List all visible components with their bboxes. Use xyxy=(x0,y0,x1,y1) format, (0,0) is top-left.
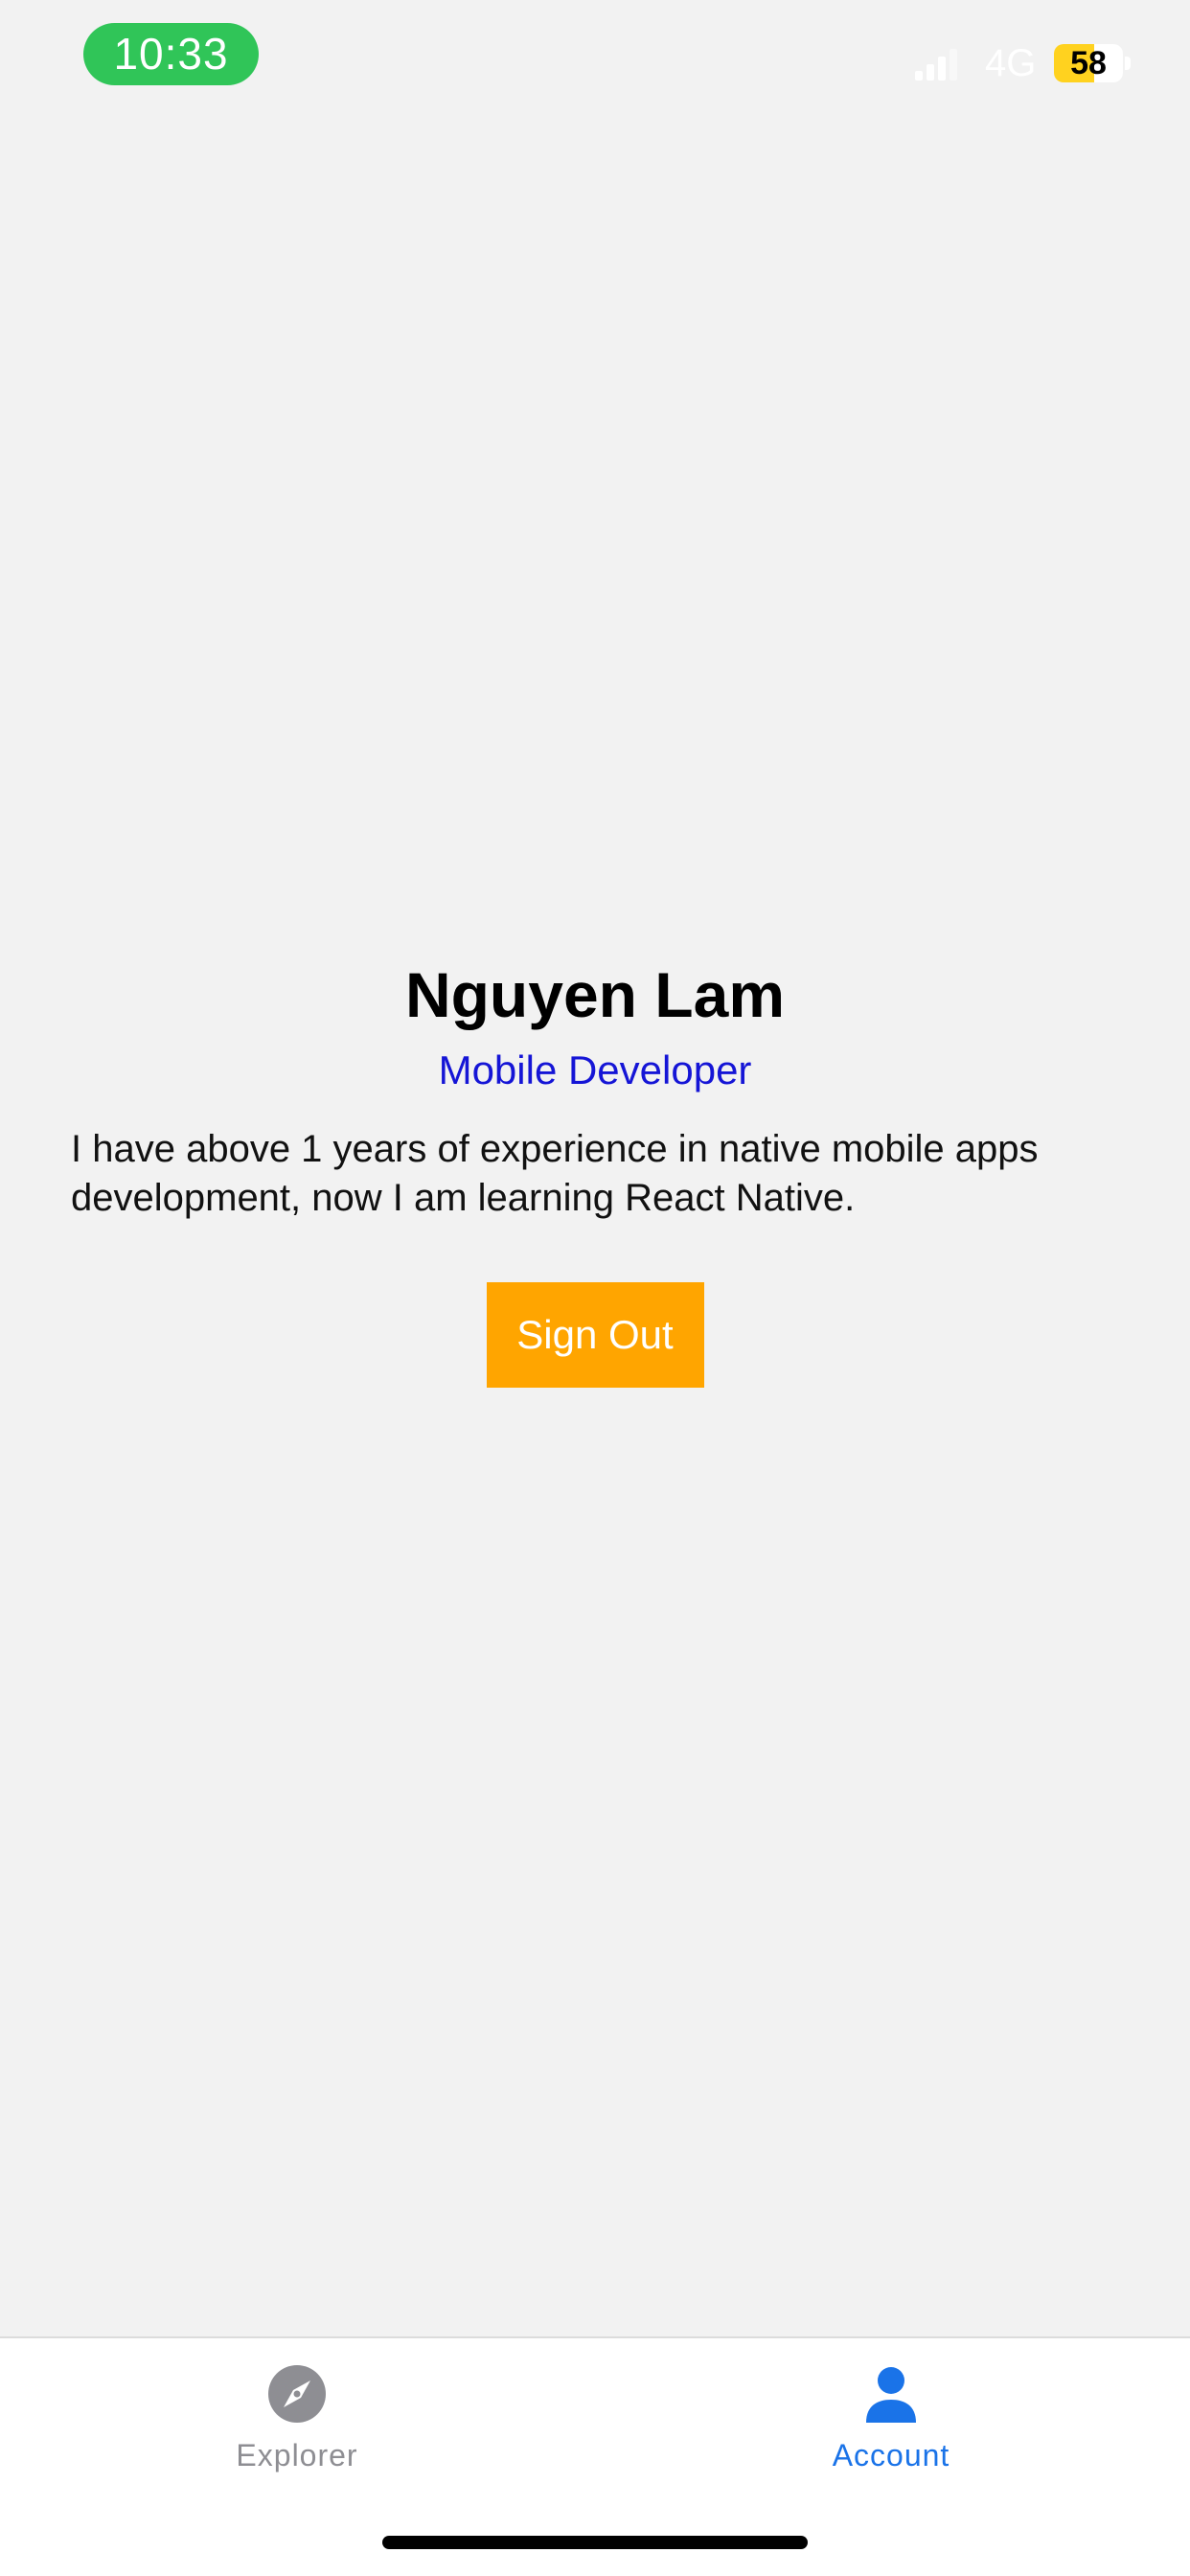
status-time[interactable]: 10:33 xyxy=(83,23,259,85)
home-indicator xyxy=(382,2536,808,2549)
tab-account[interactable]: Account xyxy=(747,2363,1035,2507)
profile-name: Nguyen Lam xyxy=(404,959,786,1030)
status-bar: 10:33 4G 58 xyxy=(0,0,1190,125)
tab-explorer-label: Explorer xyxy=(236,2438,358,2472)
network-type-label: 4G xyxy=(985,42,1037,84)
battery-level: 58 xyxy=(1070,45,1107,81)
tab-account-label: Account xyxy=(832,2438,950,2472)
profile-role: Mobile Developer xyxy=(438,1047,752,1092)
battery-shell: 58 xyxy=(1054,44,1123,82)
compass-icon xyxy=(268,2365,326,2423)
battery-icon: 58 xyxy=(1054,44,1131,82)
profile-bio: I have above 1 years of experience in na… xyxy=(71,1128,1039,1219)
sign-out-button[interactable]: Sign Out xyxy=(486,1282,704,1388)
profile-section: Nguyen Lam Mobile Developer I have above… xyxy=(0,949,1190,1388)
cellular-signal-icon xyxy=(915,49,957,80)
tab-explorer[interactable]: Explorer xyxy=(153,2363,441,2507)
person-icon xyxy=(866,2367,916,2423)
battery-tip xyxy=(1125,57,1131,70)
